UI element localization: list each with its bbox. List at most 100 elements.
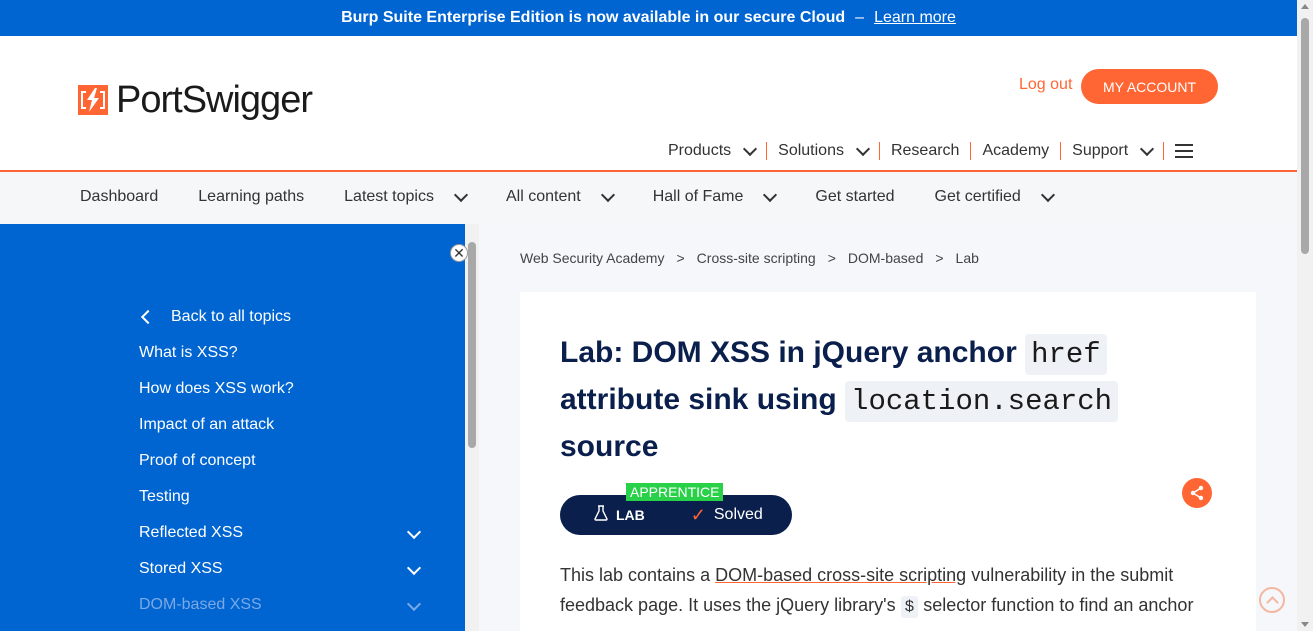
subnav-get-started-label: Get started: [815, 188, 895, 205]
nav-support-label: Support: [1072, 142, 1129, 159]
sidebar-back-link[interactable]: Back to all topics: [139, 299, 419, 335]
nav-solutions[interactable]: Solutions: [778, 141, 871, 160]
chevron-down-icon: [763, 187, 778, 202]
subnav-get-started[interactable]: Get started: [815, 188, 894, 206]
sidebar-item-label: Proof of concept: [139, 452, 256, 469]
sidebar-back-label: Back to all topics: [171, 308, 292, 325]
page-scrollbar-thumb[interactable]: [1301, 18, 1309, 254]
sidebar-scrollbar-thumb[interactable]: [468, 242, 476, 448]
nav-academy[interactable]: Academy: [982, 142, 1049, 160]
main-nav: Products Solutions Research Academy Supp…: [668, 141, 1194, 160]
chevron-down-icon: [743, 141, 758, 156]
nav-research[interactable]: Research: [891, 142, 959, 160]
subnav-learning-paths[interactable]: Learning paths: [198, 188, 304, 206]
subnav-learning-paths-label: Learning paths: [198, 188, 305, 205]
sidebar-item-reflected-xss[interactable]: Reflected XSS: [139, 515, 422, 551]
sidebar-item-label: DOM-based XSS: [139, 596, 262, 613]
breadcrumb-academy[interactable]: Web Security Academy: [520, 250, 664, 266]
chevron-left-icon: [140, 309, 156, 325]
title-text: attribute sink using: [560, 383, 837, 416]
sidebar-item-impact[interactable]: Impact of an attack: [139, 407, 419, 443]
lab-status-badge: LAB ✓ Solved: [560, 495, 792, 535]
academy-subnav: Dashboard Learning paths Latest topics A…: [0, 172, 1297, 224]
subnav-get-certified[interactable]: Get certified: [934, 187, 1055, 206]
subnav-all-content[interactable]: All content: [505, 187, 615, 206]
share-button[interactable]: [1182, 478, 1212, 508]
breadcrumb-lab[interactable]: Lab: [956, 250, 979, 266]
page-title: Lab: DOM XSS in jQuery anchor href attri…: [560, 330, 1180, 469]
sidebar-item-testing[interactable]: Testing: [139, 479, 419, 515]
scroll-up-arrow-icon[interactable]: [1301, 4, 1309, 9]
chevron-down-icon: [600, 187, 615, 202]
my-account-button[interactable]: MY ACCOUNT: [1081, 69, 1218, 104]
inline-code-dollar: $: [900, 596, 919, 618]
title-text: source: [560, 430, 659, 463]
description-text: selector function to find an anchor: [923, 595, 1194, 615]
hamburger-menu-icon[interactable]: [1175, 144, 1194, 158]
scroll-to-top-button[interactable]: [1259, 587, 1285, 613]
page-scrollbar[interactable]: [1297, 0, 1313, 631]
close-sidebar-button[interactable]: ✕: [450, 244, 468, 262]
chevron-down-icon[interactable]: [406, 560, 422, 576]
breadcrumb-separator: >: [676, 250, 685, 266]
chevron-down-icon: [855, 141, 871, 156]
nav-divider: [970, 142, 972, 160]
breadcrumb-separator: >: [935, 250, 944, 266]
title-code-href: href: [1025, 334, 1107, 375]
sidebar-item-how-xss-works[interactable]: How does XSS work?: [139, 371, 419, 407]
breadcrumb-xss[interactable]: Cross-site scripting: [697, 250, 816, 266]
nav-products[interactable]: Products: [668, 141, 758, 160]
nav-solutions-label: Solutions: [778, 142, 844, 159]
subnav-dashboard[interactable]: Dashboard: [80, 188, 158, 206]
chevron-down-icon[interactable]: [406, 524, 422, 540]
sidebar-scrollbar[interactable]: [465, 224, 479, 631]
sidebar-item-label: Stored XSS: [139, 560, 223, 577]
nav-support[interactable]: Support: [1072, 141, 1155, 160]
sidebar-item-proof-of-concept[interactable]: Proof of concept: [139, 443, 419, 479]
share-icon: [1190, 485, 1204, 501]
description-text: This lab contains a: [560, 565, 711, 585]
announcement-banner: Burp Suite Enterprise Edition is now ava…: [0, 0, 1297, 36]
title-text: Lab: DOM XSS in jQuery anchor: [560, 336, 1017, 369]
subnav-hall-of-fame-label: Hall of Fame: [652, 188, 744, 205]
learn-more-link[interactable]: Learn more: [874, 9, 956, 27]
subnav-all-content-label: All content: [505, 188, 581, 205]
breadcrumb-dom-based[interactable]: DOM-based: [848, 250, 923, 266]
nav-products-label: Products: [668, 142, 732, 159]
sidebar-item-dom-based-xss[interactable]: DOM-based XSS: [139, 587, 422, 623]
checkmark-icon: ✓: [690, 504, 706, 525]
nav-divider: [1060, 142, 1062, 160]
logout-link[interactable]: Log out: [1019, 76, 1072, 94]
subnav-hall-of-fame[interactable]: Hall of Fame: [652, 187, 778, 206]
lab-status: Solved: [713, 506, 763, 523]
sidebar-item-what-is-xss[interactable]: What is XSS?: [139, 335, 419, 371]
banner-text: Burp Suite Enterprise Edition is now ava…: [341, 9, 846, 26]
chevron-down-icon: [453, 187, 469, 202]
portswigger-logo[interactable]: PortSwigger: [78, 79, 313, 121]
logo-icon: [78, 85, 108, 115]
dom-xss-link[interactable]: DOM-based cross-site scripting: [715, 565, 966, 585]
breadcrumb: Web Security Academy > Cross-site script…: [520, 250, 979, 266]
lab-description: This lab contains a DOM-based cross-site…: [560, 560, 1220, 622]
sidebar-item-label: How does XSS work?: [139, 380, 294, 397]
nav-academy-label: Academy: [982, 142, 1050, 159]
scroll-down-arrow-icon[interactable]: [1301, 622, 1309, 627]
topic-sidebar: Back to all topics What is XSS? How does…: [0, 224, 465, 631]
close-icon: ✕: [453, 244, 465, 261]
nav-research-label: Research: [890, 142, 960, 159]
subnav-get-certified-label: Get certified: [934, 188, 1021, 205]
breadcrumb-separator: >: [827, 250, 836, 266]
chevron-down-icon: [1140, 141, 1155, 156]
nav-divider: [1163, 142, 1165, 160]
flask-icon: [594, 504, 608, 526]
chevron-down-icon[interactable]: [406, 596, 422, 612]
sidebar-item-stored-xss[interactable]: Stored XSS: [139, 551, 422, 587]
level-badge: APPRENTICE: [626, 483, 724, 501]
subnav-dashboard-label: Dashboard: [80, 188, 159, 205]
subnav-latest-topics[interactable]: Latest topics: [344, 187, 469, 206]
nav-divider: [878, 142, 880, 160]
lab-label: LAB: [616, 507, 645, 523]
chevron-down-icon: [1040, 187, 1055, 202]
title-code-location-search: location.search: [845, 381, 1119, 422]
logo-text: PortSwigger: [116, 79, 313, 121]
